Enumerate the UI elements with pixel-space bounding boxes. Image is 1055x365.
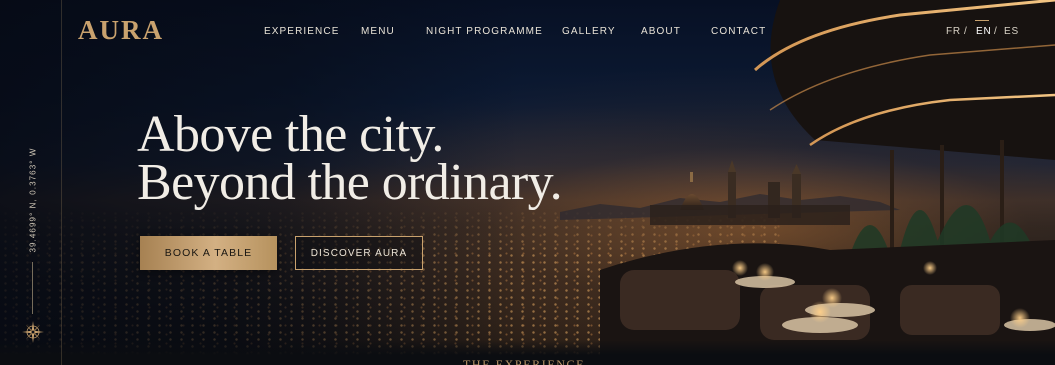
active-language-indicator: [975, 20, 989, 21]
nav-item-night-programme[interactable]: NIGHT PROGRAMME: [426, 26, 543, 37]
hero-section: AURA EXPERIENCE MENU NIGHT PROGRAMME GAL…: [0, 0, 1055, 365]
compass-rose-icon: [22, 321, 44, 343]
rooftop-terrace-illustration: [600, 0, 1055, 365]
language-separator: /: [964, 26, 968, 37]
nav-item-gallery[interactable]: GALLERY: [562, 26, 616, 37]
language-option-fr[interactable]: FR: [946, 26, 961, 37]
coordinates-rule: [32, 262, 33, 314]
next-section-heading: THE EXPERIENCE: [463, 357, 586, 365]
nav-item-about[interactable]: ABOUT: [641, 26, 681, 37]
location-coordinates: 39.4699° N, 0.3763° W: [28, 147, 38, 253]
language-option-es[interactable]: ES: [1004, 26, 1019, 37]
language-option-en[interactable]: EN: [976, 26, 992, 37]
hero-headline-line-2: Beyond the ordinary.: [137, 154, 563, 211]
language-separator: /: [994, 26, 998, 37]
nav-item-experience[interactable]: EXPERIENCE: [264, 26, 339, 37]
nav-item-contact[interactable]: CONTACT: [711, 26, 766, 37]
hero-headline-line-1: Above the city.: [137, 106, 444, 163]
book-a-table-button[interactable]: BOOK A TABLE: [140, 236, 277, 270]
brand-logo[interactable]: AURA: [78, 15, 164, 46]
hero-headline: Above the city. Beyond the ordinary.: [137, 106, 563, 211]
nav-item-menu[interactable]: MENU: [361, 26, 395, 37]
side-divider: [61, 0, 62, 365]
discover-aura-button[interactable]: DISCOVER AURA: [295, 236, 423, 270]
